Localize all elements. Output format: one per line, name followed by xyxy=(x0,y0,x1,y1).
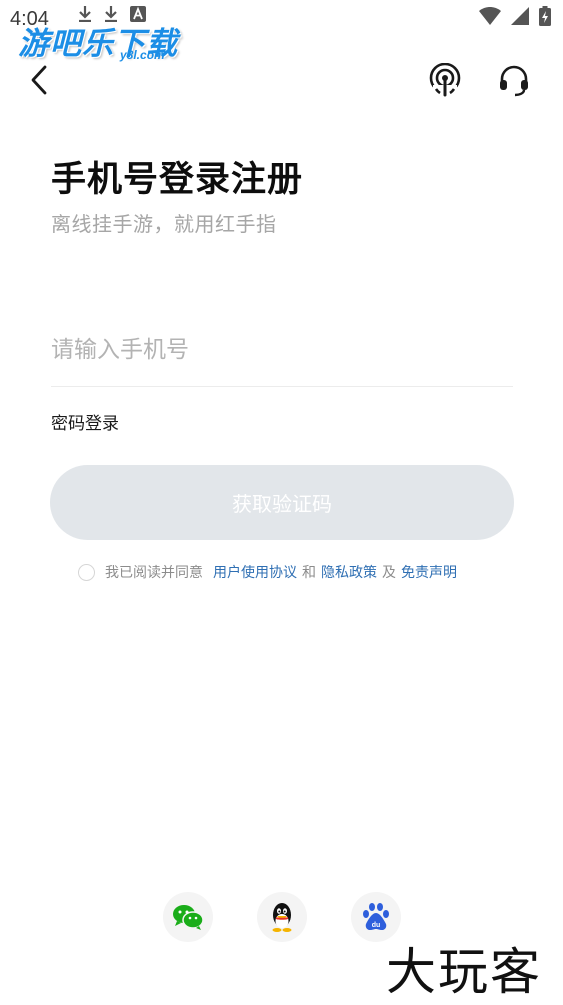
broadcast-icon xyxy=(429,63,461,97)
wechat-icon xyxy=(173,905,204,930)
customer-service-button[interactable] xyxy=(494,60,534,100)
chevron-left-icon xyxy=(31,65,47,95)
battery-icon xyxy=(539,6,551,26)
privacy-policy-link[interactable]: 隐私政策 xyxy=(321,562,377,582)
get-code-button[interactable]: 获取验证码 xyxy=(50,465,514,540)
user-agreement-link[interactable]: 用户使用协议 xyxy=(213,562,297,582)
watermark-logo-bottom: 大玩客 xyxy=(386,943,542,1001)
agreement-and-2: 及 xyxy=(382,565,396,581)
back-button[interactable] xyxy=(22,60,56,100)
page-subtitle: 离线挂手游，就用红手指 xyxy=(51,212,277,236)
password-login-link[interactable]: 密码登录 xyxy=(51,409,119,434)
agreement-prefix: 我已阅读并同意 xyxy=(105,565,203,581)
wifi-icon xyxy=(479,7,501,25)
agreement-row: 我已阅读并同意 用户使用协议 和 隐私政策 及 免责声明 xyxy=(78,562,457,582)
agreement-and: 和 xyxy=(302,565,316,581)
watermark-logo-top-url: y8l.com xyxy=(120,48,165,62)
status-right-icons xyxy=(479,6,551,26)
disclaimer-link[interactable]: 免责声明 xyxy=(401,562,457,582)
signal-icon xyxy=(511,7,529,25)
broadcast-button[interactable] xyxy=(425,60,465,100)
headset-icon xyxy=(500,65,528,97)
wechat-login-button[interactable] xyxy=(163,892,213,942)
qq-login-button[interactable] xyxy=(257,892,307,942)
phone-input[interactable] xyxy=(51,330,513,370)
qq-icon xyxy=(272,903,292,932)
page-title: 手机号登录注册 xyxy=(51,160,304,200)
baidu-icon: du xyxy=(363,903,389,930)
phone-input-underline xyxy=(51,386,513,387)
svg-text:du: du xyxy=(372,922,381,929)
agreement-checkbox[interactable] xyxy=(78,563,95,581)
